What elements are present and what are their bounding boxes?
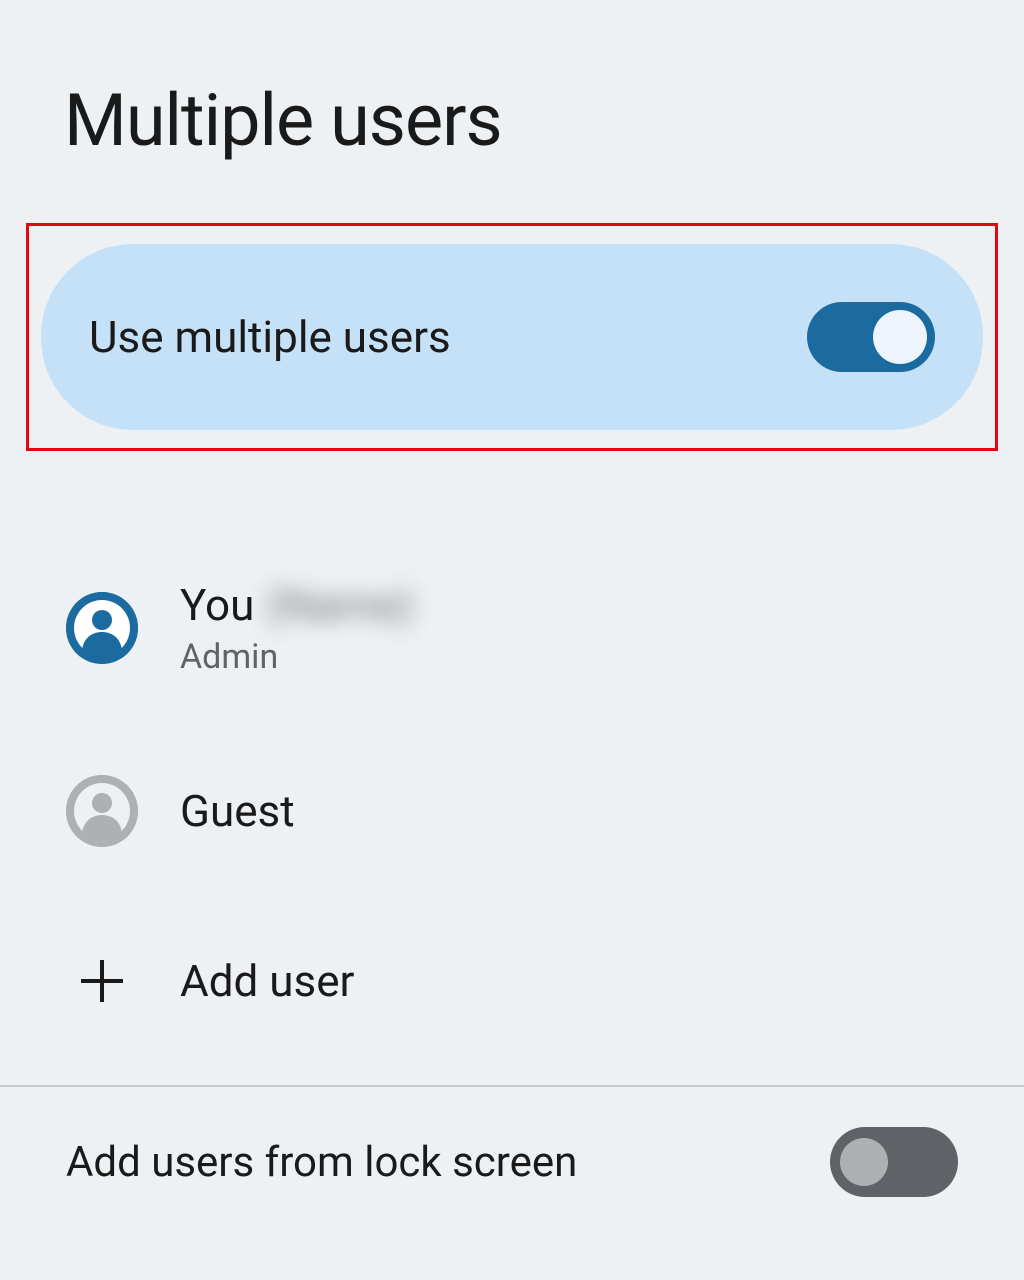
user-role-you: Admin bbox=[180, 637, 414, 677]
avatar-guest-icon bbox=[66, 775, 138, 847]
use-multiple-users-toggle[interactable] bbox=[807, 302, 935, 372]
user-name-guest: Guest bbox=[180, 785, 295, 837]
toggle-thumb bbox=[840, 1138, 888, 1186]
user-actual-name-blurred: (Name) bbox=[266, 579, 414, 631]
toggle-thumb bbox=[873, 310, 927, 364]
users-list: You (Name) Admin Guest Add user bbox=[0, 451, 1024, 1045]
use-multiple-users-label: Use multiple users bbox=[89, 311, 451, 363]
user-info-you: You (Name) Admin bbox=[180, 579, 414, 677]
user-name-you: You bbox=[180, 579, 254, 631]
user-info-guest: Guest bbox=[180, 785, 295, 837]
user-row-you[interactable]: You (Name) Admin bbox=[66, 551, 958, 705]
add-user-label: Add user bbox=[180, 955, 354, 1007]
avatar-you-icon bbox=[66, 592, 138, 664]
add-from-lock-screen-label: Add users from lock screen bbox=[66, 1138, 577, 1187]
highlight-annotation: Use multiple users bbox=[26, 223, 998, 451]
add-from-lock-screen-row[interactable]: Add users from lock screen bbox=[0, 1087, 1024, 1197]
page-title: Multiple users bbox=[0, 0, 1024, 223]
add-from-lock-screen-toggle[interactable] bbox=[830, 1127, 958, 1197]
add-user-row[interactable]: Add user bbox=[66, 917, 958, 1045]
plus-icon bbox=[66, 945, 138, 1017]
use-multiple-users-row[interactable]: Use multiple users bbox=[41, 244, 983, 430]
user-row-guest[interactable]: Guest bbox=[66, 747, 958, 875]
